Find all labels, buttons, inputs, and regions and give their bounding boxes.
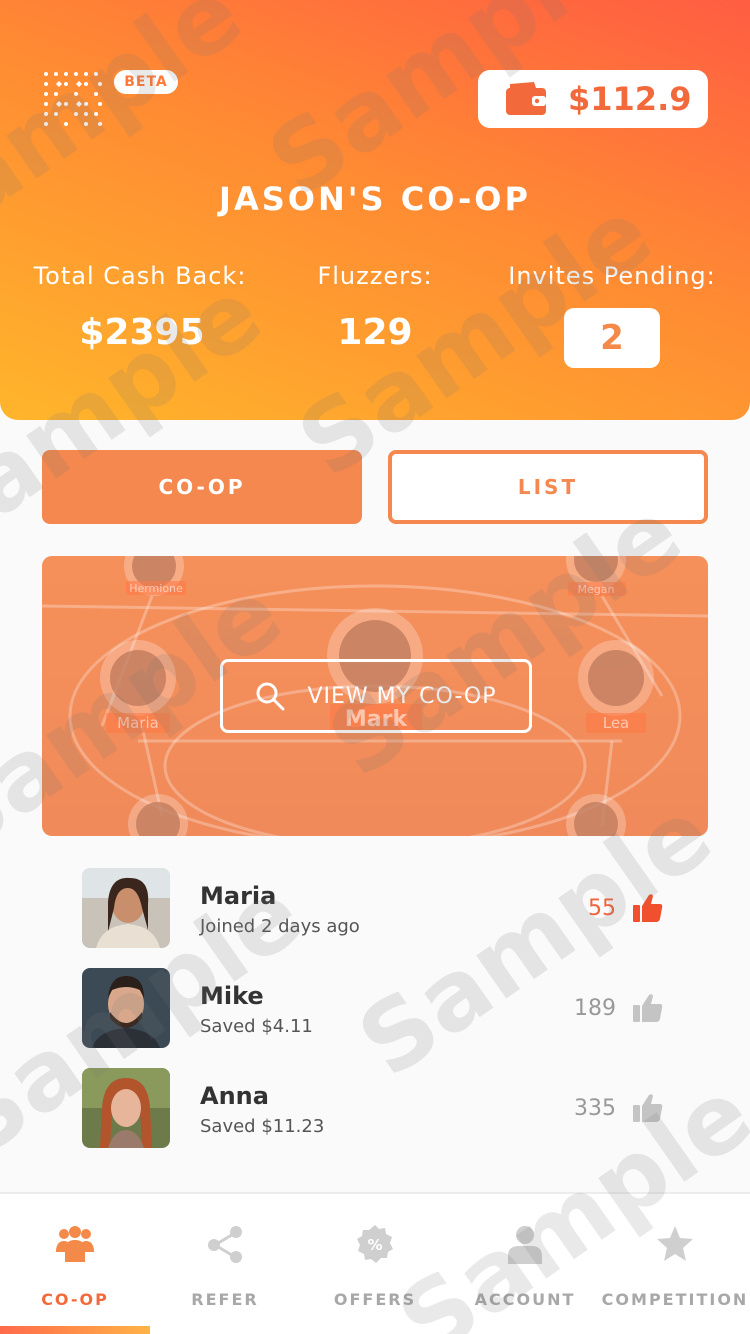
svg-text:%: % xyxy=(367,1236,382,1254)
avatar xyxy=(82,868,170,948)
share-icon xyxy=(208,1226,242,1263)
nav-item-coop[interactable]: CO-OP xyxy=(0,1194,150,1334)
header-banner: BETA $112.9 JASON'S CO-OP Total Cash Bac… xyxy=(0,0,750,420)
nav-label: ACCOUNT xyxy=(474,1290,576,1309)
map-node-label: Maria xyxy=(117,714,159,732)
coop-map-preview[interactable]: Hermione Megan Maria Mark Lea VIEW MY CO… xyxy=(42,556,708,836)
beta-badge: BETA xyxy=(114,70,178,94)
wallet-balance-button[interactable]: $112.9 xyxy=(478,70,708,128)
list-item[interactable]: Maria Joined 2 days ago 55 xyxy=(82,868,712,948)
wallet-amount: $112.9 xyxy=(568,80,692,118)
nav-label: OFFERS xyxy=(333,1290,417,1309)
fluzzers-label: Fluzzers: xyxy=(317,262,433,290)
active-tab-indicator xyxy=(0,1326,150,1334)
invites-pending-value[interactable]: 2 xyxy=(564,308,660,368)
nav-item-account[interactable]: ACCOUNT xyxy=(450,1194,600,1334)
tab-list[interactable]: LIST xyxy=(388,450,708,524)
search-icon xyxy=(256,682,285,711)
thumbs-up-icon[interactable] xyxy=(632,892,664,924)
tab-coop[interactable]: CO-OP xyxy=(42,450,362,524)
nav-item-offers[interactable]: % OFFERS xyxy=(300,1194,450,1334)
view-my-coop-button[interactable]: VIEW MY CO-OP xyxy=(220,659,532,733)
like-count: 335 xyxy=(574,1096,616,1121)
member-subtitle: Saved $11.23 xyxy=(200,1116,325,1137)
member-name: Mike xyxy=(200,982,264,1010)
brand-logo-icon xyxy=(44,72,102,126)
view-my-coop-label: VIEW MY CO-OP xyxy=(307,683,497,709)
bottom-nav: CO-OP REFER % OFFERS ACCOUNT COMPETITION xyxy=(0,1192,750,1334)
nav-label: COMPETITION xyxy=(601,1290,749,1309)
member-subtitle: Saved $4.11 xyxy=(200,1016,313,1037)
like-count: 189 xyxy=(574,996,616,1021)
map-node-label: Hermione xyxy=(129,582,183,595)
nav-item-competition[interactable]: COMPETITION xyxy=(600,1194,750,1334)
nav-item-refer[interactable]: REFER xyxy=(150,1194,300,1334)
person-icon xyxy=(508,1226,542,1264)
avatar xyxy=(82,968,170,1048)
map-node-label: Lea xyxy=(603,714,630,732)
member-name: Anna xyxy=(200,1082,269,1110)
map-node-label: Megan xyxy=(578,583,615,596)
list-item[interactable]: Anna Saved $11.23 335 xyxy=(82,1068,712,1148)
invites-pending-label: Invites Pending: xyxy=(508,262,716,290)
thumbs-up-icon[interactable] xyxy=(632,1092,664,1124)
star-icon xyxy=(657,1226,693,1261)
avatar xyxy=(82,1068,170,1148)
member-subtitle: Joined 2 days ago xyxy=(200,916,360,937)
fluzzers-value: 129 xyxy=(337,312,413,353)
cash-back-label: Total Cash Back: xyxy=(33,262,247,290)
member-name: Maria xyxy=(200,882,277,910)
thumbs-up-icon[interactable] xyxy=(632,992,664,1024)
cash-back-value: $2395 xyxy=(79,312,205,353)
page-title: JASON'S CO-OP xyxy=(219,180,531,218)
wallet-icon xyxy=(506,82,546,115)
group-icon xyxy=(56,1226,94,1262)
percent-badge-icon: % xyxy=(357,1225,393,1263)
nav-label: REFER xyxy=(191,1290,259,1309)
like-count: 55 xyxy=(588,896,616,921)
list-item[interactable]: Mike Saved $4.11 189 xyxy=(82,968,712,1048)
nav-label: CO-OP xyxy=(41,1290,109,1309)
